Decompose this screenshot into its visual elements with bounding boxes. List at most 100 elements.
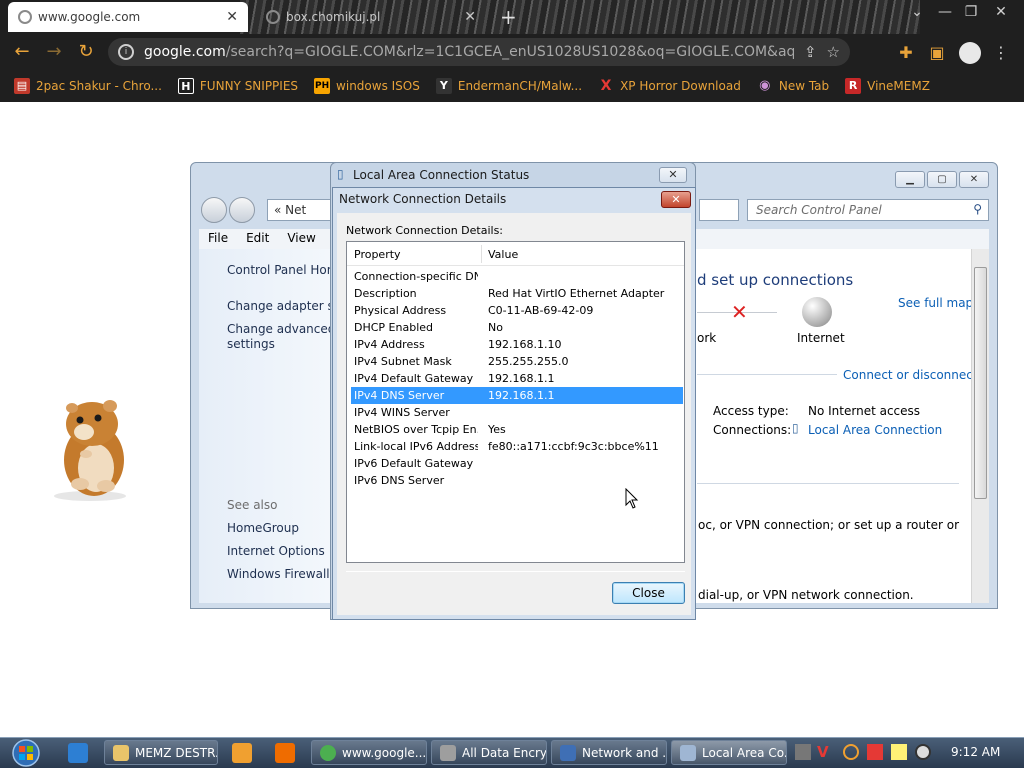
taskbar-local-area-connection[interactable]: Local Area Co... bbox=[671, 740, 787, 765]
back-button[interactable] bbox=[201, 197, 227, 223]
table-row[interactable]: IPv4 Subnet Mask 255.255.255.0 bbox=[351, 353, 683, 370]
chrome-menu-icon[interactable]: ⋮ bbox=[990, 42, 1012, 64]
tray-v-icon[interactable]: V bbox=[817, 744, 833, 760]
reload-icon[interactable]: ↻ bbox=[74, 41, 98, 63]
property-cell: IPv4 Subnet Mask bbox=[354, 355, 452, 368]
menu-edit[interactable]: Edit bbox=[237, 229, 278, 249]
property-cell: NetBIOS over Tcpip En... bbox=[354, 423, 478, 436]
bookmark-xp-horror[interactable]: X XP Horror Download bbox=[598, 78, 741, 94]
side-panel-icon[interactable]: ▣ bbox=[926, 42, 948, 64]
share-icon[interactable]: ⇪ bbox=[804, 43, 817, 61]
table-row[interactable]: Description Red Hat VirtIO Ethernet Adapt… bbox=[351, 285, 683, 302]
close-window-icon[interactable]: ✕ bbox=[988, 4, 1014, 20]
bookmark-new-tab[interactable]: ◉ New Tab bbox=[757, 78, 829, 94]
see-full-map-link[interactable]: See full map bbox=[898, 296, 973, 310]
change-adapter-settings-link[interactable]: Change adapter set bbox=[227, 299, 346, 313]
close-x-button[interactable]: ✕ bbox=[661, 191, 691, 208]
windows-firewall-link[interactable]: Windows Firewall bbox=[227, 567, 330, 581]
control-panel-address-bar[interactable]: « Net bbox=[267, 199, 337, 221]
taskbar-memz-destr[interactable]: MEMZ DESTR... bbox=[104, 740, 218, 765]
change-advanced-sharing-link-line2[interactable]: settings bbox=[227, 337, 275, 351]
close-button[interactable]: ✕ bbox=[659, 167, 687, 183]
chrome-icon bbox=[320, 744, 336, 761]
table-row[interactable]: DHCP Enabled No bbox=[351, 319, 683, 336]
maximize-button[interactable]: ▢ bbox=[927, 171, 957, 188]
tray-circle-icon[interactable] bbox=[915, 744, 931, 760]
bookmark-funny-snippies[interactable]: H FUNNY SNIPPIES bbox=[177, 78, 298, 94]
table-row[interactable]: IPv4 Default Gateway 192.168.1.1 bbox=[351, 370, 683, 387]
table-row[interactable]: Physical Address C0-11-AB-69-42-09 bbox=[351, 302, 683, 319]
bookmark-2pac[interactable]: ▤ 2pac Shakur - Chro... bbox=[14, 78, 162, 94]
bookmark-star-icon[interactable]: ☆ bbox=[827, 43, 840, 61]
close-button[interactable]: Close bbox=[612, 582, 685, 604]
app-icon[interactable] bbox=[275, 743, 295, 763]
memz-icon bbox=[113, 744, 129, 761]
control-panel-home-link[interactable]: Control Panel Hom bbox=[227, 263, 338, 277]
property-cell: Connection-specific DN... bbox=[354, 270, 478, 283]
window-icon bbox=[440, 744, 456, 761]
menu-view[interactable]: View bbox=[278, 229, 324, 249]
refresh-address-button[interactable] bbox=[699, 199, 739, 221]
bookmark-windows-isos[interactable]: PH windows ISOS bbox=[314, 78, 420, 94]
taskbar-google-chrome[interactable]: www.google.... bbox=[311, 740, 427, 765]
table-row[interactable]: IPv4 WINS Server bbox=[351, 404, 683, 421]
value-cell: Yes bbox=[488, 423, 506, 436]
value-cell: 192.168.1.10 bbox=[488, 338, 562, 351]
media-player-icon[interactable] bbox=[232, 743, 252, 763]
close-tab-icon[interactable]: ✕ bbox=[464, 9, 476, 25]
scrollbar-thumb[interactable] bbox=[974, 267, 987, 499]
close-button[interactable]: ✕ bbox=[959, 171, 989, 188]
tab-chomikuj[interactable]: box.chomikuj.pl ✕ bbox=[256, 2, 486, 32]
homegroup-link[interactable]: HomeGroup bbox=[227, 521, 299, 535]
change-advanced-sharing-link[interactable]: Change advanced s bbox=[227, 322, 345, 336]
list-header: Property Value bbox=[347, 242, 684, 266]
taskbar-clock[interactable]: 9:12 AM bbox=[951, 745, 1000, 759]
profile-avatar-icon[interactable] bbox=[959, 42, 981, 64]
search-control-panel-input[interactable]: Search Control Panel ⚲ bbox=[747, 199, 989, 221]
close-tab-icon[interactable]: ✕ bbox=[226, 9, 238, 25]
table-row[interactable]: Link-local IPv6 Address fe80::a171:ccbf:9… bbox=[351, 438, 683, 455]
taskbar-all-data-encrypted[interactable]: All Data Encry... bbox=[431, 740, 547, 765]
bookmark-vinememz[interactable]: R VineMEMZ bbox=[845, 78, 930, 94]
restore-icon[interactable]: ❐ bbox=[958, 4, 984, 20]
table-row[interactable]: IPv6 Default Gateway bbox=[351, 455, 683, 472]
table-row[interactable]: IPv4 Address 192.168.1.10 bbox=[351, 336, 683, 353]
table-row[interactable]: Connection-specific DN... bbox=[351, 268, 683, 285]
menu-file[interactable]: File bbox=[199, 229, 237, 249]
table-row[interactable]: NetBIOS over Tcpip En... Yes bbox=[351, 421, 683, 438]
tray-note-icon[interactable] bbox=[891, 744, 907, 760]
windows-start-orb-icon[interactable] bbox=[8, 739, 44, 767]
connect-or-disconnect-link[interactable]: Connect or disconnect bbox=[843, 368, 978, 382]
column-header-value[interactable]: Value bbox=[488, 248, 518, 261]
new-tab-button[interactable]: + bbox=[500, 5, 517, 29]
extensions-puzzle-icon[interactable]: ✚ bbox=[895, 42, 917, 64]
vertical-scrollbar[interactable] bbox=[971, 249, 989, 603]
column-header-property[interactable]: Property bbox=[354, 248, 401, 261]
tray-flag-icon[interactable] bbox=[867, 744, 883, 760]
bookmark-label: windows ISOS bbox=[336, 79, 420, 93]
details-list[interactable]: Property Value Connection-specific DN...… bbox=[346, 241, 685, 563]
table-row[interactable]: IPv4 DNS Server 192.168.1.1 bbox=[351, 387, 683, 404]
internet-explorer-icon[interactable] bbox=[68, 743, 88, 763]
local-area-connection-link[interactable]: Local Area Connection bbox=[808, 423, 942, 437]
property-cell: IPv4 Address bbox=[354, 338, 425, 351]
forward-arrow-icon[interactable]: → bbox=[42, 41, 66, 63]
address-bar[interactable]: i google.com /search?q=GIOGLE.COM&rlz=1C… bbox=[108, 38, 850, 66]
minimize-button[interactable]: ▁ bbox=[895, 171, 925, 188]
tab-google[interactable]: www.google.com ✕ bbox=[8, 2, 248, 32]
back-arrow-icon[interactable]: ← bbox=[10, 41, 34, 63]
bookmark-endermanch[interactable]: Y EndermanCH/Malw... bbox=[435, 78, 583, 94]
bookmark-label: EndermanCH/Malw... bbox=[457, 79, 583, 93]
tray-search-icon[interactable] bbox=[843, 744, 859, 760]
taskbar-network-and-sharing[interactable]: Network and ... bbox=[551, 740, 667, 765]
site-info-icon[interactable]: i bbox=[118, 44, 134, 60]
minimize-icon[interactable]: — bbox=[932, 4, 958, 20]
forward-button[interactable] bbox=[229, 197, 255, 223]
internet-options-link[interactable]: Internet Options bbox=[227, 544, 325, 558]
page-heading: d set up connections bbox=[697, 271, 854, 289]
search-icon[interactable]: ⚲ bbox=[973, 202, 982, 216]
tab-search-icon[interactable]: ⌄ bbox=[904, 4, 930, 20]
table-row[interactable]: IPv6 DNS Server bbox=[351, 472, 683, 489]
value-cell: 255.255.255.0 bbox=[488, 355, 569, 368]
tray-app-icon[interactable] bbox=[795, 744, 811, 760]
